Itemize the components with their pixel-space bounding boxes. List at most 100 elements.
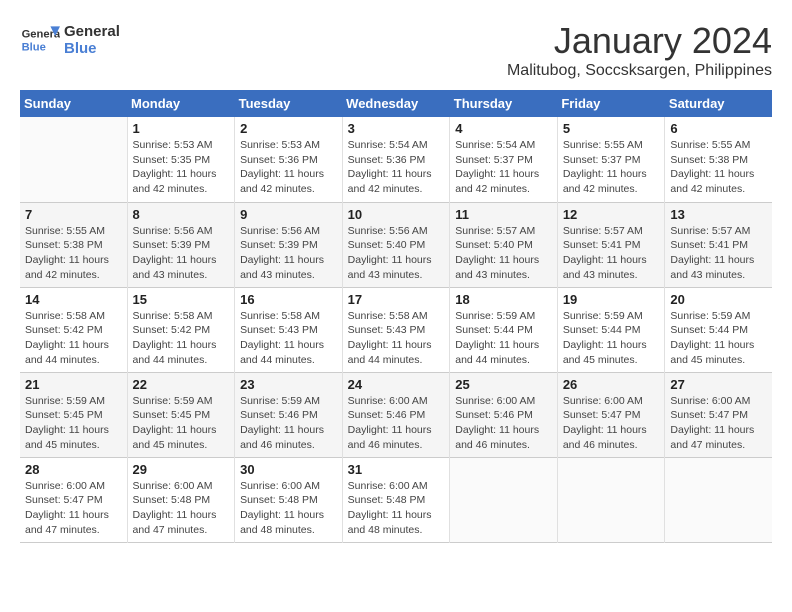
col-header-thursday: Thursday [450,90,558,117]
col-header-saturday: Saturday [665,90,772,117]
calendar-week-row: 21 Sunrise: 5:59 AM Sunset: 5:45 PM Dayli… [20,372,772,457]
calendar-cell: 1 Sunrise: 5:53 AM Sunset: 5:35 PM Daylig… [127,117,235,202]
calendar-cell: 16 Sunrise: 5:58 AM Sunset: 5:43 PM Dayli… [235,287,343,372]
day-number: 24 [348,377,445,392]
calendar-cell: 18Sunrise: 5:59 AM Sunset: 5:44 PM Dayli… [450,287,558,372]
day-detail: Sunrise: 6:00 AM Sunset: 5:46 PM Dayligh… [455,394,552,453]
calendar-table: SundayMondayTuesdayWednesdayThursdayFrid… [20,90,772,543]
calendar-cell: 15Sunrise: 5:58 AM Sunset: 5:42 PM Dayli… [127,287,235,372]
calendar-cell: 23 Sunrise: 5:59 AM Sunset: 5:46 PM Dayli… [235,372,343,457]
day-detail: Sunrise: 5:58 AM Sunset: 5:43 PM Dayligh… [348,309,445,368]
calendar-cell: 20 Sunrise: 5:59 AM Sunset: 5:44 PM Dayli… [665,287,772,372]
day-number: 7 [25,207,122,222]
calendar-cell: 7 Sunrise: 5:55 AM Sunset: 5:38 PM Daylig… [20,202,127,287]
calendar-cell: 8 Sunrise: 5:56 AM Sunset: 5:39 PM Daylig… [127,202,235,287]
col-header-tuesday: Tuesday [235,90,343,117]
day-detail: Sunrise: 5:55 AM Sunset: 5:37 PM Dayligh… [563,138,660,197]
col-header-wednesday: Wednesday [342,90,450,117]
day-number: 18 [455,292,552,307]
title-block: January 2024 Malitubog, Soccsksargen, Ph… [507,20,772,80]
day-detail: Sunrise: 5:59 AM Sunset: 5:46 PM Dayligh… [240,394,337,453]
calendar-cell: 25Sunrise: 6:00 AM Sunset: 5:46 PM Dayli… [450,372,558,457]
calendar-cell: 30Sunrise: 6:00 AM Sunset: 5:48 PM Dayli… [235,457,343,542]
location-subtitle: Malitubog, Soccsksargen, Philippines [507,62,772,80]
day-detail: Sunrise: 5:55 AM Sunset: 5:38 PM Dayligh… [670,138,767,197]
day-number: 9 [240,207,337,222]
day-detail: Sunrise: 6:00 AM Sunset: 5:48 PM Dayligh… [348,479,445,538]
day-detail: Sunrise: 5:57 AM Sunset: 5:41 PM Dayligh… [670,224,767,283]
calendar-cell [557,457,665,542]
day-detail: Sunrise: 6:00 AM Sunset: 5:46 PM Dayligh… [348,394,445,453]
day-number: 16 [240,292,337,307]
calendar-week-row: 14 Sunrise: 5:58 AM Sunset: 5:42 PM Dayli… [20,287,772,372]
col-header-monday: Monday [127,90,235,117]
day-detail: Sunrise: 5:59 AM Sunset: 5:44 PM Dayligh… [670,309,767,368]
day-detail: Sunrise: 6:00 AM Sunset: 5:47 PM Dayligh… [25,479,122,538]
calendar-cell: 2Sunrise: 5:53 AM Sunset: 5:36 PM Daylig… [235,117,343,202]
calendar-cell: 10 Sunrise: 5:56 AM Sunset: 5:40 PM Dayli… [342,202,450,287]
day-detail: Sunrise: 6:00 AM Sunset: 5:48 PM Dayligh… [133,479,230,538]
day-number: 15 [133,292,230,307]
logo-line1: General [64,23,120,40]
calendar-week-row: 28Sunrise: 6:00 AM Sunset: 5:47 PM Dayli… [20,457,772,542]
calendar-cell: 12 Sunrise: 5:57 AM Sunset: 5:41 PM Dayli… [557,202,665,287]
day-number: 11 [455,207,552,222]
page-header: General Blue General Blue January 2024 M… [20,20,772,80]
calendar-cell [450,457,558,542]
day-detail: Sunrise: 5:54 AM Sunset: 5:36 PM Dayligh… [348,138,445,197]
day-number: 20 [670,292,767,307]
day-number: 26 [563,377,660,392]
calendar-cell: 4Sunrise: 5:54 AM Sunset: 5:37 PM Daylig… [450,117,558,202]
day-detail: Sunrise: 5:57 AM Sunset: 5:41 PM Dayligh… [563,224,660,283]
calendar-cell [20,117,127,202]
day-number: 23 [240,377,337,392]
calendar-cell: 9 Sunrise: 5:56 AM Sunset: 5:39 PM Daylig… [235,202,343,287]
day-number: 14 [25,292,122,307]
calendar-cell: 13Sunrise: 5:57 AM Sunset: 5:41 PM Dayli… [665,202,772,287]
calendar-cell: 24 Sunrise: 6:00 AM Sunset: 5:46 PM Dayli… [342,372,450,457]
calendar-cell: 6 Sunrise: 5:55 AM Sunset: 5:38 PM Daylig… [665,117,772,202]
calendar-cell [665,457,772,542]
day-number: 8 [133,207,230,222]
day-detail: Sunrise: 5:56 AM Sunset: 5:40 PM Dayligh… [348,224,445,283]
day-number: 5 [563,121,660,136]
calendar-cell: 26 Sunrise: 6:00 AM Sunset: 5:47 PM Dayli… [557,372,665,457]
day-detail: Sunrise: 5:54 AM Sunset: 5:37 PM Dayligh… [455,138,552,197]
calendar-week-row: 7 Sunrise: 5:55 AM Sunset: 5:38 PM Daylig… [20,202,772,287]
day-number: 3 [348,121,445,136]
day-number: 1 [133,121,230,136]
day-number: 21 [25,377,122,392]
day-detail: Sunrise: 5:56 AM Sunset: 5:39 PM Dayligh… [133,224,230,283]
day-detail: Sunrise: 5:56 AM Sunset: 5:39 PM Dayligh… [240,224,337,283]
calendar-cell: 22Sunrise: 5:59 AM Sunset: 5:45 PM Dayli… [127,372,235,457]
day-detail: Sunrise: 5:55 AM Sunset: 5:38 PM Dayligh… [25,224,122,283]
day-detail: Sunrise: 5:58 AM Sunset: 5:42 PM Dayligh… [25,309,122,368]
day-detail: Sunrise: 5:58 AM Sunset: 5:43 PM Dayligh… [240,309,337,368]
calendar-cell: 29Sunrise: 6:00 AM Sunset: 5:48 PM Dayli… [127,457,235,542]
day-number: 12 [563,207,660,222]
calendar-cell: 19Sunrise: 5:59 AM Sunset: 5:44 PM Dayli… [557,287,665,372]
calendar-cell: 14 Sunrise: 5:58 AM Sunset: 5:42 PM Dayli… [20,287,127,372]
day-detail: Sunrise: 5:59 AM Sunset: 5:44 PM Dayligh… [563,309,660,368]
col-header-sunday: Sunday [20,90,127,117]
day-detail: Sunrise: 6:00 AM Sunset: 5:47 PM Dayligh… [563,394,660,453]
day-number: 6 [670,121,767,136]
calendar-cell: 5 Sunrise: 5:55 AM Sunset: 5:37 PM Daylig… [557,117,665,202]
day-detail: Sunrise: 5:59 AM Sunset: 5:45 PM Dayligh… [25,394,122,453]
calendar-cell: 27Sunrise: 6:00 AM Sunset: 5:47 PM Dayli… [665,372,772,457]
day-number: 31 [348,462,445,477]
calendar-header-row: SundayMondayTuesdayWednesdayThursdayFrid… [20,90,772,117]
day-detail: Sunrise: 6:00 AM Sunset: 5:47 PM Dayligh… [670,394,767,453]
day-number: 2 [240,121,337,136]
calendar-cell: 21 Sunrise: 5:59 AM Sunset: 5:45 PM Dayli… [20,372,127,457]
calendar-cell: 28Sunrise: 6:00 AM Sunset: 5:47 PM Dayli… [20,457,127,542]
calendar-cell: 31 Sunrise: 6:00 AM Sunset: 5:48 PM Dayli… [342,457,450,542]
calendar-cell: 11Sunrise: 5:57 AM Sunset: 5:40 PM Dayli… [450,202,558,287]
day-number: 30 [240,462,337,477]
day-detail: Sunrise: 5:53 AM Sunset: 5:35 PM Dayligh… [133,138,230,197]
day-number: 22 [133,377,230,392]
day-number: 10 [348,207,445,222]
svg-text:Blue: Blue [22,41,46,53]
calendar-cell: 3 Sunrise: 5:54 AM Sunset: 5:36 PM Daylig… [342,117,450,202]
month-year-title: January 2024 [507,20,772,62]
